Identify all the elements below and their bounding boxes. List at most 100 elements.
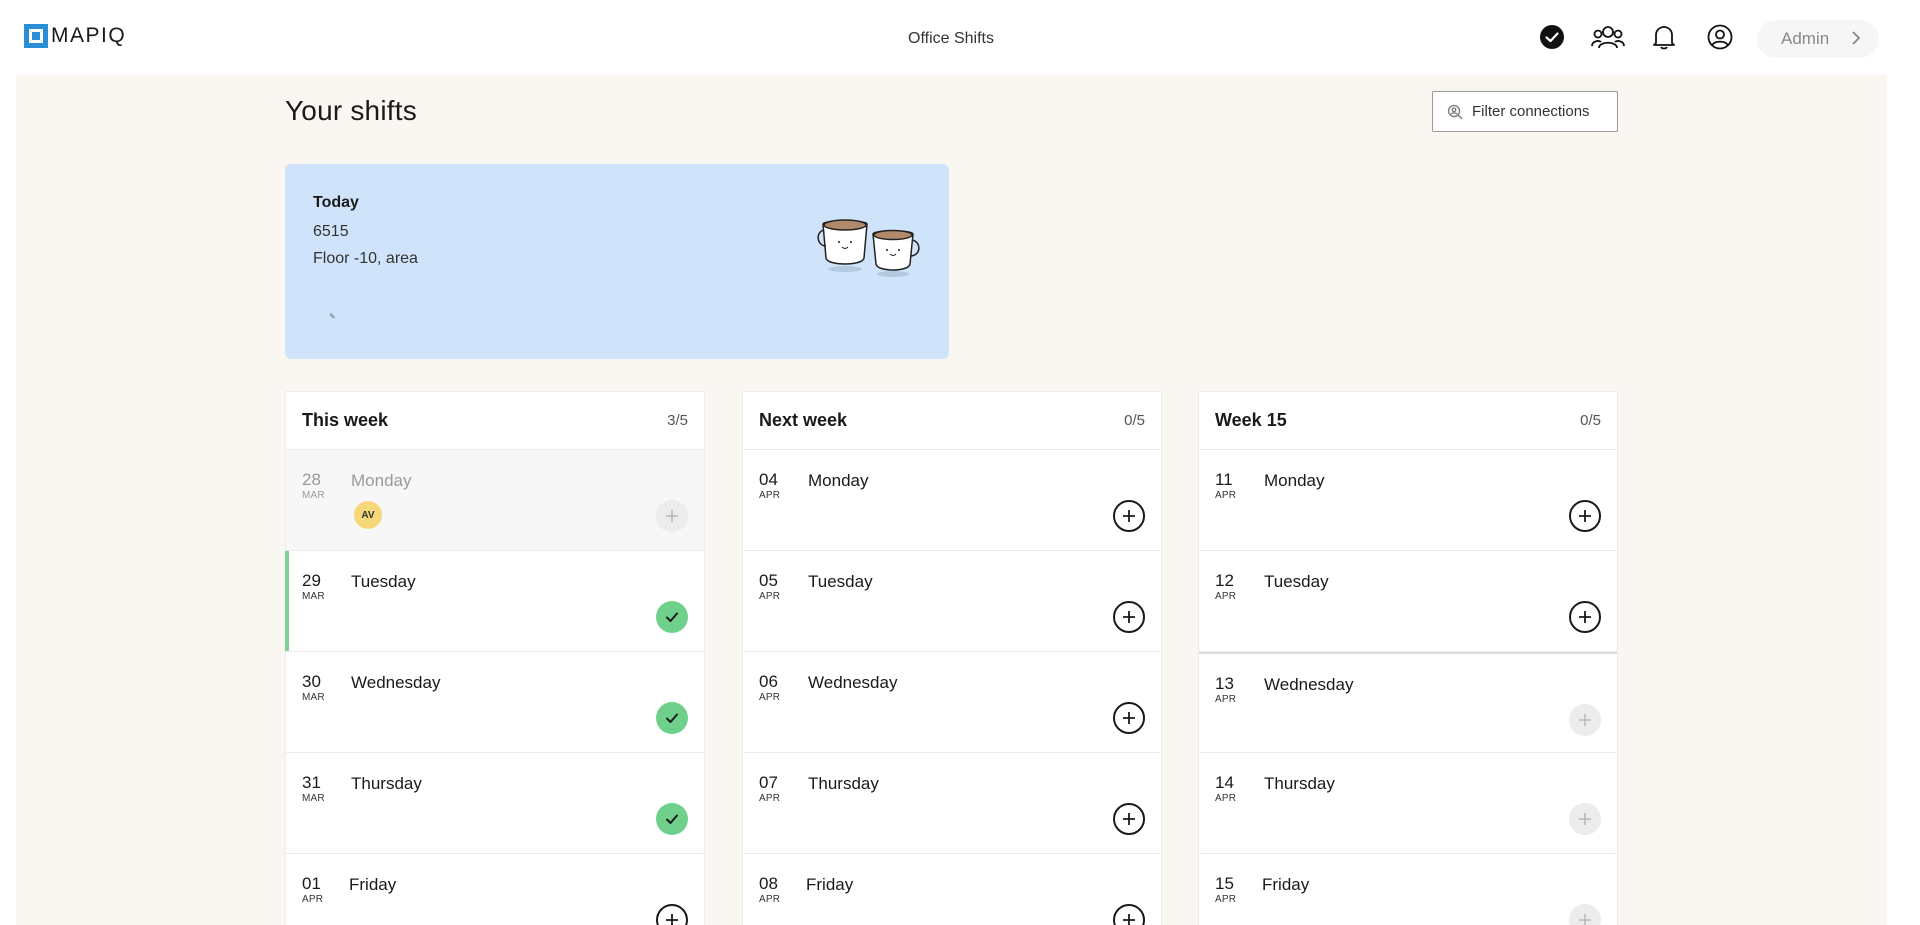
day-number: 30 — [302, 672, 321, 691]
main-content: Your shifts Filter connections Today 651… — [16, 75, 1887, 925]
today-card[interactable]: Today 6515 Floor -10, area ✎ — [285, 164, 949, 359]
add-shift-button[interactable] — [1569, 601, 1601, 633]
add-shift-button[interactable] — [1113, 904, 1145, 925]
day-row[interactable]: 07 APR Thursday — [743, 753, 1161, 854]
day-number: 04 — [759, 470, 778, 489]
week-column: Next week 0/5 04 APR Monday 05 APR Tuesday 06 APR… — [742, 391, 1162, 925]
week-title: Week 15 — [1215, 410, 1287, 430]
week-title: Next week — [759, 410, 848, 430]
plus-icon — [664, 912, 680, 925]
day-row[interactable]: 06 APR Wednesday — [743, 652, 1161, 753]
day-month: APR — [759, 692, 781, 703]
page-header-title: Office Shifts — [908, 30, 994, 47]
day-name: Tuesday — [351, 572, 416, 591]
day-row[interactable]: 29 MAR Tuesday — [285, 551, 704, 652]
day-month: APR — [1215, 490, 1237, 501]
day-number: 14 — [1215, 773, 1234, 792]
day-number: 13 — [1215, 674, 1234, 693]
chevron-right-icon — [1851, 30, 1861, 51]
day-month: MAR — [302, 793, 325, 804]
day-month: MAR — [302, 490, 325, 501]
logo-text: MAPIQ — [51, 24, 127, 47]
day-row[interactable]: 31 MAR Thursday — [286, 753, 704, 854]
user-circle-icon[interactable] — [1705, 22, 1735, 52]
coffee-cups-illustration — [815, 214, 925, 283]
day-row[interactable]: 12 APR Tuesday — [1199, 551, 1617, 652]
day-row[interactable]: 01 APR Friday — [286, 854, 704, 925]
day-row[interactable]: 14 APR Thursday — [1199, 753, 1617, 854]
plus-icon — [1121, 508, 1137, 524]
plus-icon — [1578, 913, 1592, 925]
day-number: 12 — [1215, 571, 1234, 590]
day-row[interactable]: 04 APR Monday — [743, 450, 1161, 551]
day-row[interactable]: 05 APR Tuesday — [743, 551, 1161, 652]
add-shift-button[interactable] — [1569, 500, 1601, 532]
loading-spinner-icon: ✎ — [329, 312, 336, 321]
day-name: Monday — [808, 471, 869, 490]
day-number: 15 — [1215, 874, 1234, 893]
day-name: Wednesday — [808, 673, 898, 692]
day-name: Thursday — [1264, 774, 1335, 793]
week-column: This week 3/5 28 MAR Monday AV 29 MAR Tuesday 30 M… — [285, 391, 705, 925]
add-shift-button[interactable] — [1113, 803, 1145, 835]
plus-icon — [665, 509, 679, 523]
admin-button[interactable]: Admin — [1757, 20, 1879, 58]
add-shift-button-disabled — [1569, 704, 1601, 736]
day-name: Tuesday — [808, 572, 873, 591]
check-circle-icon[interactable] — [1537, 22, 1567, 52]
day-name: Wednesday — [1264, 675, 1354, 694]
week-column: Week 15 0/5 11 APR Monday 12 APR Tuesday 13 APR We… — [1198, 391, 1618, 925]
day-name: Friday — [349, 875, 397, 894]
day-month: APR — [759, 793, 781, 804]
day-number: 07 — [759, 773, 778, 792]
day-name: Friday — [1262, 875, 1310, 894]
add-shift-button[interactable] — [1113, 601, 1145, 633]
filter-connections-button[interactable]: Filter connections — [1432, 91, 1618, 132]
add-shift-button[interactable] — [1113, 702, 1145, 734]
add-shift-button-disabled — [1569, 904, 1601, 925]
day-row[interactable]: 08 APR Friday — [743, 854, 1161, 925]
day-number: 08 — [759, 874, 778, 893]
week-header: Next week 0/5 — [743, 392, 1161, 450]
week-shift-count: 0/5 — [1580, 412, 1601, 429]
week-header: Week 15 0/5 — [1199, 392, 1617, 450]
day-row[interactable]: 15 APR Friday — [1199, 854, 1617, 925]
day-row[interactable]: 28 MAR Monday AV — [286, 450, 704, 551]
people-icon[interactable] — [1591, 22, 1625, 52]
add-shift-button[interactable] — [656, 904, 688, 925]
plus-icon — [1577, 508, 1593, 524]
plus-icon — [1121, 912, 1137, 925]
week-title: This week — [302, 410, 389, 430]
day-name: Monday — [351, 471, 412, 490]
day-row[interactable]: 30 MAR Wednesday — [286, 652, 704, 753]
logo-mark-icon — [24, 24, 48, 48]
day-month: APR — [759, 894, 781, 905]
avatar[interactable]: AV — [354, 501, 382, 529]
add-shift-button[interactable] — [1113, 500, 1145, 532]
booked-check-button[interactable] — [656, 601, 688, 633]
day-month: APR — [1215, 591, 1237, 602]
mapiq-logo[interactable]: MAPIQ — [24, 24, 126, 48]
day-name: Friday — [806, 875, 854, 894]
page-title: Your shifts — [285, 95, 417, 126]
app-header: MAPIQ Office Shifts Admin — [0, 0, 1904, 75]
booked-check-button[interactable] — [656, 702, 688, 734]
booked-check-button[interactable] — [656, 803, 688, 835]
add-shift-button-disabled — [656, 500, 688, 532]
day-number: 29 — [302, 571, 321, 590]
day-name: Thursday — [351, 774, 422, 793]
plus-icon — [1578, 713, 1592, 727]
day-month: APR — [759, 591, 781, 602]
day-number: 28 — [302, 470, 321, 489]
day-number: 31 — [302, 773, 321, 792]
day-number: 01 — [302, 874, 321, 893]
add-shift-button-disabled — [1569, 803, 1601, 835]
plus-icon — [1578, 812, 1592, 826]
day-month: APR — [1215, 694, 1237, 705]
bell-icon[interactable] — [1649, 22, 1679, 52]
day-row[interactable]: 11 APR Monday — [1199, 450, 1617, 551]
day-name: Thursday — [808, 774, 879, 793]
day-month: APR — [302, 894, 324, 905]
day-row[interactable]: 13 APR Wednesday — [1199, 652, 1617, 753]
check-icon — [664, 811, 680, 827]
